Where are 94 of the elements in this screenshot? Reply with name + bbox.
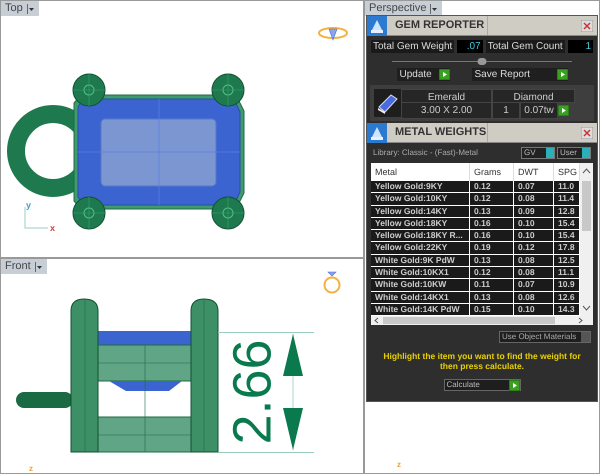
table-cell: Yellow Gold:22KY	[371, 242, 470, 254]
table-cell: 0.13	[470, 254, 514, 266]
slider-track[interactable]	[392, 58, 572, 65]
table-cell: 0.13	[470, 292, 514, 303]
close-icon[interactable]	[581, 126, 593, 138]
dropdown-icon	[430, 4, 438, 14]
table-row[interactable]: Yellow Gold:9KY 0.12 0.07 11.0	[371, 181, 580, 194]
viewport-tab[interactable]: Perspective	[365, 1, 442, 16]
table-cell: 0.13	[470, 206, 514, 217]
use-object-materials-toggle[interactable]: Use Object Materials	[499, 331, 591, 344]
table-cell: 0.08	[514, 292, 554, 303]
table-row[interactable]: White Gold:14K PdW 0.15 0.10 14.3	[371, 304, 580, 316]
dimension-label: 2.66	[226, 339, 280, 445]
table-cell: 0.10	[514, 230, 554, 242]
instruction-text: Highlight the item you want to find the weight for then press calculate.	[382, 351, 582, 372]
table-row[interactable]: White Gold:14KX1 0.13 0.08 12.6	[371, 292, 580, 304]
table-cell: 0.11	[470, 279, 514, 291]
table-cell: 0.10	[514, 304, 554, 316]
gem-icon	[374, 89, 401, 117]
table-cell: 0.12	[514, 242, 554, 254]
field-label: Total Gem Count	[486, 40, 565, 53]
table-row[interactable]: White Gold:10KW 0.11 0.07 10.9	[371, 279, 580, 292]
table-cell: 0.07	[514, 181, 554, 192]
table-row[interactable]: Yellow Gold:18KY 0.16 0.10 15.4	[371, 218, 580, 230]
table-row[interactable]: White Gold:10KX1 0.12 0.08 11.1	[371, 267, 580, 280]
viewport-tab[interactable]: Front	[1, 259, 47, 274]
table-cell: 0.09	[514, 206, 554, 217]
action-button[interactable]: Update	[396, 68, 450, 81]
gem-count: 1	[492, 102, 520, 118]
table-cell: 0.16	[470, 230, 514, 242]
calculate-button[interactable]: Calculate	[444, 379, 520, 392]
table-cell: 0.15	[470, 304, 514, 316]
gem-shape: Emerald	[401, 89, 492, 103]
vertical-scrollbar[interactable]	[580, 163, 593, 316]
table-cell: 0.12	[470, 267, 514, 278]
table-cell: 0.12	[470, 193, 514, 205]
panel-title: GEM REPORTER	[395, 18, 486, 34]
table-cell: 0.10	[514, 218, 554, 230]
library-label: Library: Classic - (Fast)-Metal	[373, 147, 478, 159]
value-field: .07	[457, 40, 483, 53]
table-row[interactable]: Yellow Gold:14KY 0.13 0.09 12.8	[371, 206, 580, 218]
table-cell: Yellow Gold:18KY	[371, 218, 470, 230]
dropdown-icon	[26, 4, 35, 14]
axis-label: z	[397, 461, 401, 469]
viewport[interactable]	[364, 0, 600, 474]
table-row[interactable]: Yellow Gold:10KY 0.12 0.08 11.4	[371, 193, 580, 206]
close-icon[interactable]	[581, 20, 593, 32]
slider-thumb[interactable]	[478, 58, 486, 65]
axis-label: x	[50, 224, 56, 233]
table-cell: 0.16	[470, 218, 514, 230]
table-cell: White Gold:14K PdW	[371, 304, 470, 316]
toggle-button[interactable]: GV	[521, 147, 555, 159]
field-label: Total Gem Weight	[371, 40, 454, 53]
ring-icon	[318, 26, 348, 42]
action-button[interactable]: Save Report	[472, 68, 568, 81]
toggle-button[interactable]: User	[557, 147, 591, 159]
panel-title: METAL WEIGHTS	[395, 125, 487, 140]
table-cell: 0.08	[514, 193, 554, 205]
table-cell: Yellow Gold:10KY	[371, 193, 470, 205]
table-cell: White Gold:14KX1	[371, 292, 470, 303]
play-icon[interactable]	[556, 69, 568, 80]
table-cell: Yellow Gold:9KY	[371, 181, 470, 192]
viewport[interactable]: Front 2.66 z	[0, 258, 364, 474]
table-cell: Yellow Gold:18KY R...	[371, 230, 470, 242]
table-row[interactable]: Yellow Gold:22KY 0.19 0.12 17.8	[371, 242, 580, 255]
table-cell: 0.07	[514, 279, 554, 291]
play-icon[interactable]	[508, 380, 520, 391]
table-cell: 0.19	[470, 242, 514, 254]
play-icon[interactable]	[558, 104, 569, 116]
table-cell: 0.08	[514, 254, 554, 266]
table-row[interactable]: Yellow Gold:18KY R... 0.16 0.10 15.4	[371, 230, 580, 242]
ring-icon	[323, 269, 341, 295]
play-icon[interactable]	[438, 69, 450, 80]
toggle-indicator[interactable]	[546, 148, 554, 158]
table-cell: 0.12	[470, 181, 514, 192]
gem-size: 3.00 X 2.00	[401, 102, 492, 118]
gem-weight: 0.07tw	[520, 102, 558, 118]
axis-label: y	[26, 201, 32, 210]
viewport[interactable]: Top y x	[0, 0, 364, 258]
gem-type: Diamond	[492, 89, 575, 103]
table-cell: White Gold:10KW	[371, 279, 470, 291]
axis-label: z	[29, 465, 33, 473]
axis-icon	[24, 204, 50, 229]
table-cell: White Gold:9K PdW	[371, 254, 470, 266]
toggle-indicator[interactable]	[581, 332, 590, 342]
horizontal-scrollbar[interactable]	[371, 316, 593, 326]
table-cell: White Gold:10KX1	[371, 267, 470, 278]
table-cell: Yellow Gold:14KY	[371, 206, 470, 217]
dropdown-icon	[34, 262, 43, 272]
value-field: 1	[568, 40, 593, 53]
viewport-tab[interactable]: Top	[1, 1, 39, 16]
toggle-indicator[interactable]	[582, 148, 590, 158]
table-row[interactable]: White Gold:9K PdW 0.13 0.08 12.5	[371, 254, 580, 268]
table-cell: 0.08	[514, 267, 554, 278]
